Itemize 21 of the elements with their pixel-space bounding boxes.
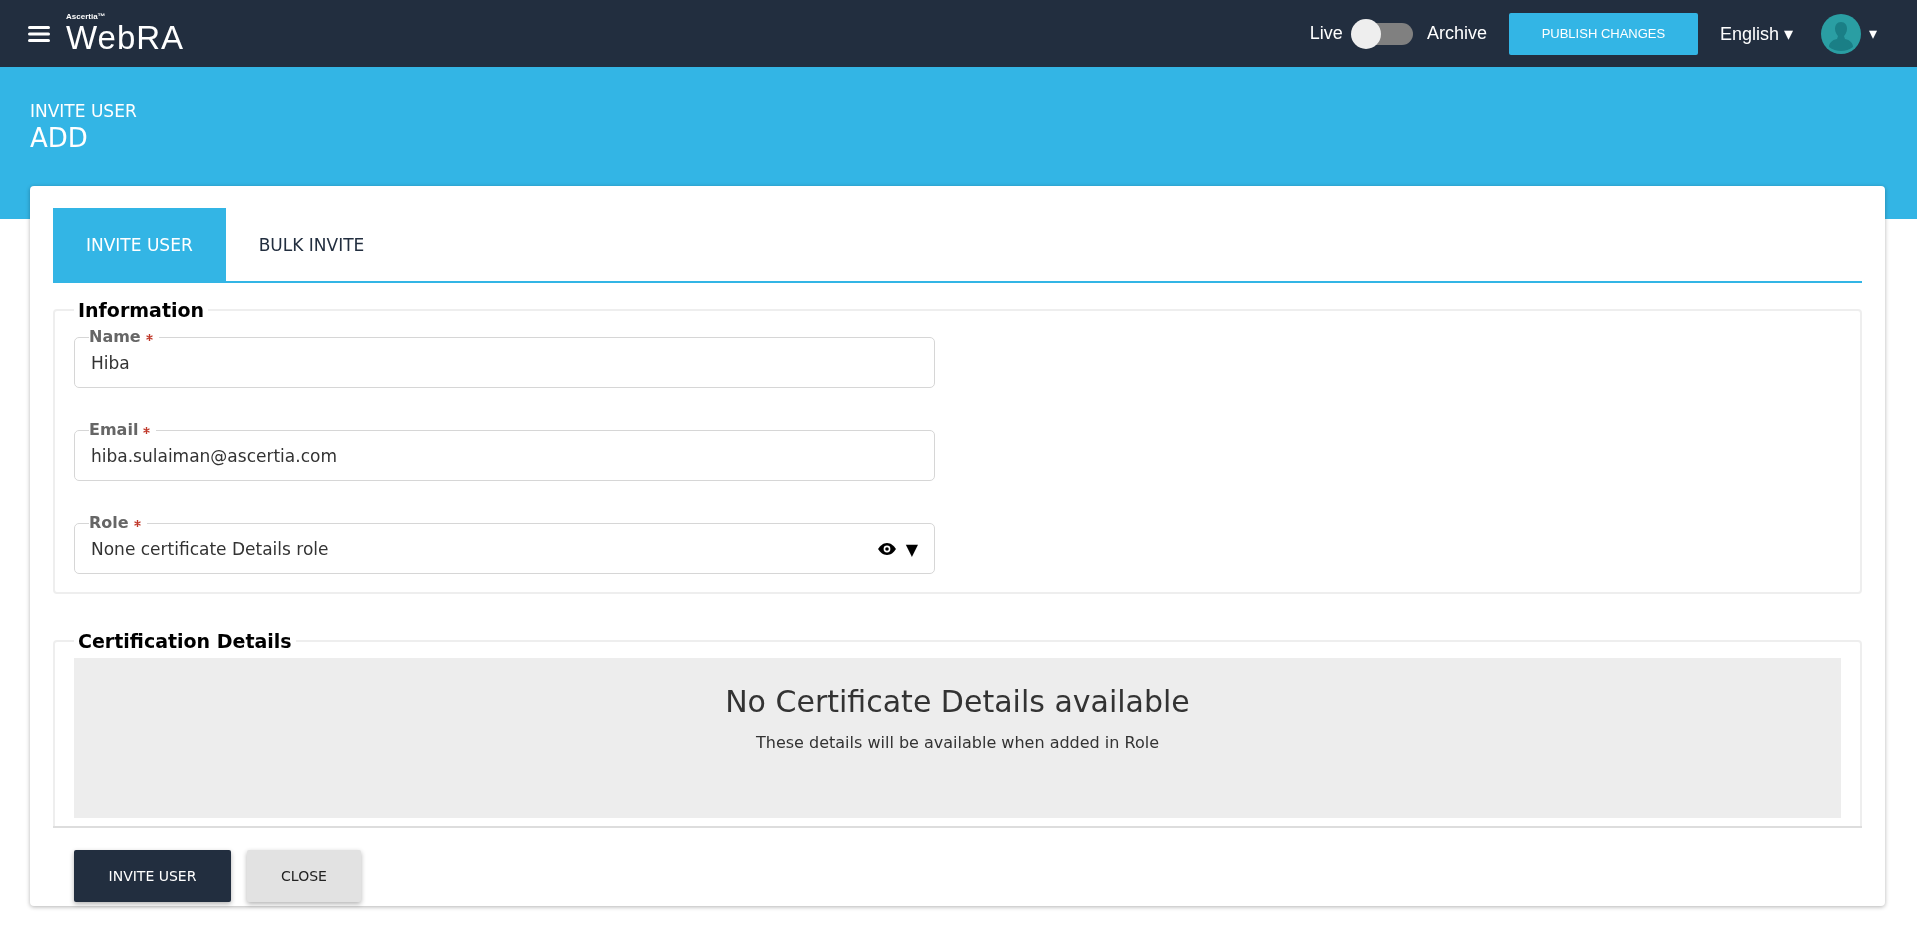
role-select[interactable]: Role None certificate Details role ▼	[74, 513, 935, 574]
invite-button[interactable]: INVITE USER	[74, 850, 231, 902]
empty-heading: No Certificate Details available	[724, 684, 1191, 719]
menu-icon[interactable]	[28, 24, 50, 43]
language-dropdown[interactable]: English ▾	[1719, 22, 1793, 45]
brand-logo: WebRA	[66, 21, 185, 54]
section-title: Certification Details	[77, 630, 293, 652]
section-title: Information	[77, 299, 206, 321]
avatar-icon[interactable]	[1820, 13, 1861, 54]
input-field[interactable]: Email hiba.sulaiman@ascertia.com	[74, 420, 935, 481]
input-field[interactable]: Name Hiba	[74, 327, 935, 388]
caret-icon[interactable]: ▾	[1868, 24, 1877, 43]
toggle-label: Archive	[1426, 23, 1487, 44]
empty-message: These details will be available when added in Role	[755, 733, 1160, 752]
caret-icon[interactable]: ▼	[905, 539, 918, 559]
toggle-label: Live	[1309, 23, 1343, 44]
brand-tagline: Ascertia™	[66, 13, 107, 21]
eye-icon[interactable]	[877, 543, 896, 555]
close-button[interactable]: CLOSE	[247, 850, 361, 902]
page-subtitle: INVITE USER	[30, 101, 138, 121]
page-title: ADD	[30, 123, 89, 153]
